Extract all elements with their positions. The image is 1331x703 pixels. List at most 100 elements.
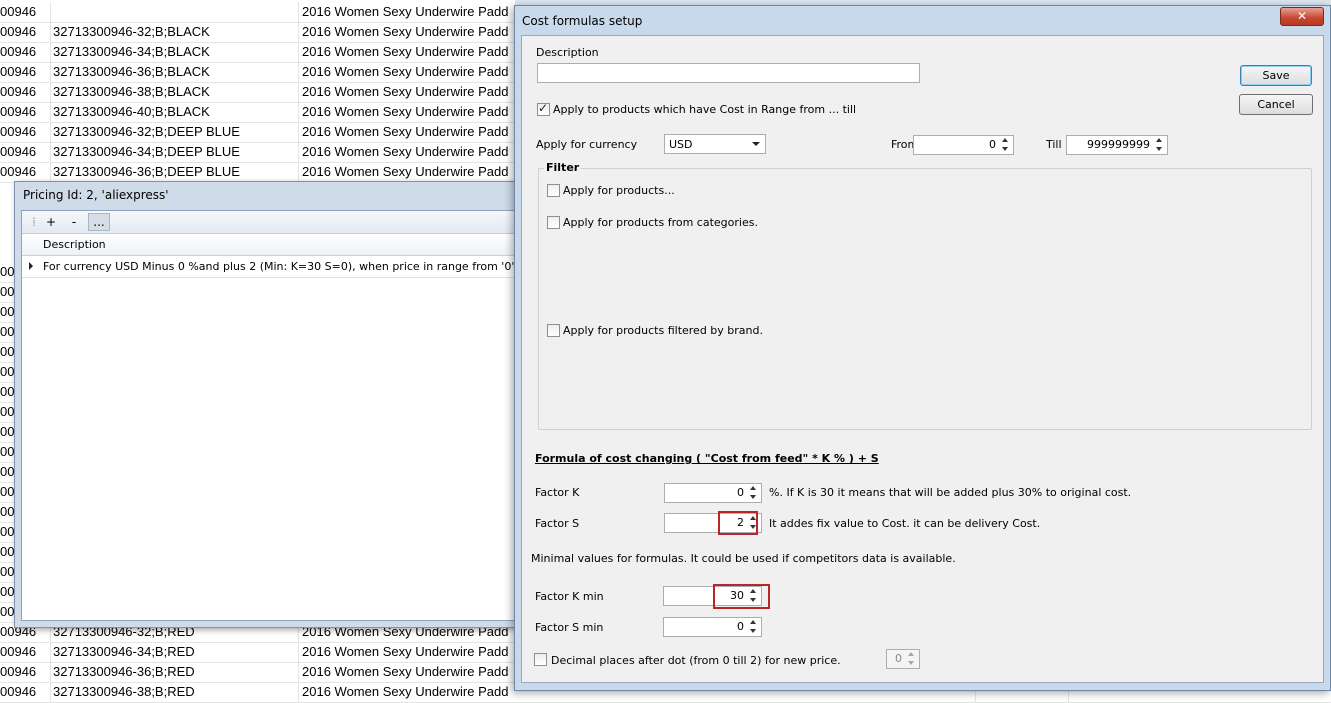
cancel-button[interactable]: Cancel [1239,94,1313,115]
dialog-title: Cost formulas setup [522,14,643,28]
filter-group [538,168,1312,430]
dialog-client: Description Save Cancel Apply to product… [521,35,1324,683]
grid-row-stub: 009 [0,542,14,563]
till-input[interactable]: 999999999 [1066,135,1168,155]
grid-cell-id: 009 [0,544,14,559]
grid-row-stub: 009 [0,562,14,583]
factor-k-value: 0 [737,486,744,499]
pricing-row-text: For currency USD Minus 0 %and plus 2 (Mi… [43,260,529,273]
minimal-note: Minimal values for formulas. It could be… [531,552,956,565]
grid-cell-title: 2016 Women Sexy Underwire Padd [298,642,532,662]
grid-cell-id: 00946 [0,64,37,79]
factor-s-hint: It addes fix value to Cost. it can be de… [769,517,1041,530]
currency-select[interactable]: USD [664,134,766,154]
grid-row-stub: 009 [0,482,14,503]
grid-cell-sku: 32713300946-40;B;BLACK [50,102,299,122]
grid-cell-id: 009 [0,484,14,499]
spin-arrows-icon[interactable] [1001,138,1010,152]
grid-cell-id: 009 [0,304,14,319]
description-label: Description [536,46,599,59]
grid-cell-title: 2016 Women Sexy Underwire Padd [298,102,532,122]
grid-cell-id: 009 [0,504,14,519]
more-button[interactable]: ... [88,213,110,231]
grid-cell-id: 009 [0,564,14,579]
spin-arrows-icon[interactable] [1155,138,1164,152]
spin-arrows-icon[interactable] [749,486,758,500]
close-button[interactable]: ✕ [1280,7,1324,26]
toolbar-grip: ⁞ [32,215,36,229]
factor-smin-input[interactable]: 0 [663,617,762,637]
grid-cell-id: 00946 [0,684,37,699]
filter-brand-checkbox[interactable] [547,324,560,337]
decimal-places-input[interactable]: 0 [886,649,920,669]
grid-row-stub: 009 [0,362,14,383]
factor-k-hint: %. If K is 30 it means that will be adde… [769,486,1132,499]
grid-row-stub: 009 [0,462,14,483]
filter-categories-checkbox[interactable] [547,216,560,229]
grid-cell-title: 2016 Women Sexy Underwire Padd [298,22,532,42]
apply-range-label: Apply to products which have Cost in Ran… [553,103,857,116]
grid-row-stub: 009 [0,422,14,443]
save-button[interactable]: Save [1240,65,1312,86]
filter-products-label: Apply for products... [563,184,675,197]
grid-row-stub: 009 [0,302,14,323]
till-label: Till [1046,138,1062,151]
grid-cell-id: 00946 [0,124,37,139]
grid-cell-id: 009 [0,324,14,339]
grid-cell-sku: 32713300946-32;B;BLACK [50,22,299,42]
description-column-header[interactable]: Description [22,235,529,256]
grid-cell-id: 00946 [0,4,37,19]
grid-cell-sku: 32713300946-36;B;DEEP BLUE [50,162,299,182]
grid-row-stub: 009 [0,602,14,623]
highlight-box [718,511,758,535]
factor-smin-value: 0 [737,620,744,633]
grid-cell-id: 00946 [0,44,37,59]
factor-kmin-label: Factor K min [535,590,604,603]
spin-arrows-icon[interactable] [749,620,758,634]
add-button[interactable]: + [42,214,60,230]
grid-cell-sku [50,2,299,22]
grid-cell-id: 009 [0,444,14,459]
grid-cell-title: 2016 Women Sexy Underwire Padd [298,82,532,102]
pricing-toolbar: ⁞ + - ... [22,211,529,234]
filter-categories-label: Apply for products from categories. [563,216,758,229]
grid-cell-id: 00946 [0,104,37,119]
formula-title: Formula of cost changing ( "Cost from fe… [535,452,879,465]
grid-row-stub: 009 [0,322,14,343]
description-input[interactable] [537,63,920,83]
grid-cell-id: 00946 [0,144,37,159]
pricing-row[interactable]: For currency USD Minus 0 %and plus 2 (Mi… [22,257,529,278]
grid-cell-id: 00946 [0,164,37,179]
grid-cell-id: 009 [0,404,14,419]
grid-cell-id: 009 [0,264,14,279]
factor-s-label: Factor S [535,517,580,530]
grid-cell-sku: 32713300946-38;B;BLACK [50,82,299,102]
grid-cell-title: 2016 Women Sexy Underwire Padd [298,2,532,22]
pricing-window: Pricing Id: 2, 'aliexpress' ⁞ + - ... De… [14,181,531,628]
currency-label: Apply for currency [536,138,638,151]
grid-cell-id: 009 [0,364,14,379]
grid-cell-id: 00946 [0,84,37,99]
grid-cell-id: 00946 [0,644,37,659]
grid-cell-title: 2016 Women Sexy Underwire Padd [298,62,532,82]
decimal-places-checkbox[interactable] [534,653,547,666]
grid-cell-sku: 32713300946-36;B;BLACK [50,62,299,82]
apply-range-checkbox[interactable] [537,101,550,116]
spin-arrows-icon[interactable] [907,652,916,666]
from-value: 0 [989,138,996,151]
filter-products-checkbox[interactable] [547,184,560,197]
grid-cell-id: 00946 [0,664,37,679]
filter-brand-label: Apply for products filtered by brand. [563,324,763,337]
grid-cell-id: 009 [0,384,14,399]
factor-k-input[interactable]: 0 [664,483,762,503]
grid-cell-title: 2016 Women Sexy Underwire Padd [298,662,532,682]
grid-row-stub: 009 [0,282,14,303]
grid-cell-sku: 32713300946-34;B;RED [50,642,299,662]
remove-button[interactable]: - [65,214,83,230]
grid-cell-title: 2016 Women Sexy Underwire Padd [298,682,532,702]
grid-cell-sku: 32713300946-38;B;RED [50,682,299,702]
grid-cell-id: 009 [0,464,14,479]
decimal-places-label: Decimal places after dot (from 0 till 2)… [551,654,841,667]
grid-row-stub: 009 [0,502,14,523]
from-input[interactable]: 0 [913,135,1014,155]
